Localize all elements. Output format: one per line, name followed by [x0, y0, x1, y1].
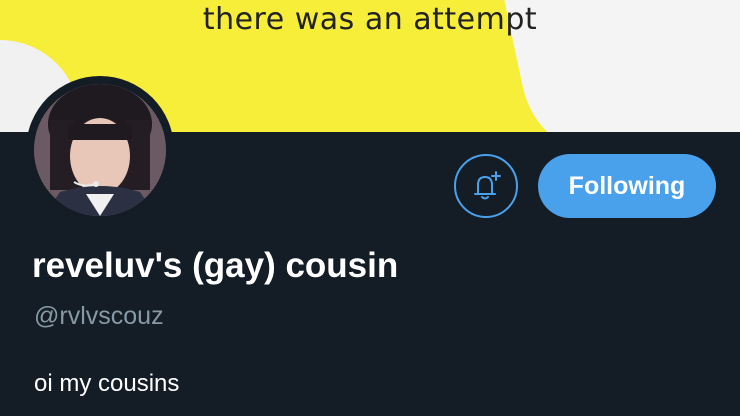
- profile-bio: oi my cousins: [34, 370, 180, 397]
- banner-caption: there was an attempt: [202, 2, 538, 37]
- avatar-photo: [34, 84, 166, 216]
- bell-plus-icon: [474, 171, 501, 200]
- following-button[interactable]: Following: [538, 154, 716, 218]
- profile-display-name: reveluv's (gay) cousin: [32, 246, 399, 285]
- profile-handle: @rvlvscouz: [34, 302, 164, 330]
- notifications-button[interactable]: [454, 154, 518, 218]
- avatar[interactable]: [34, 84, 166, 216]
